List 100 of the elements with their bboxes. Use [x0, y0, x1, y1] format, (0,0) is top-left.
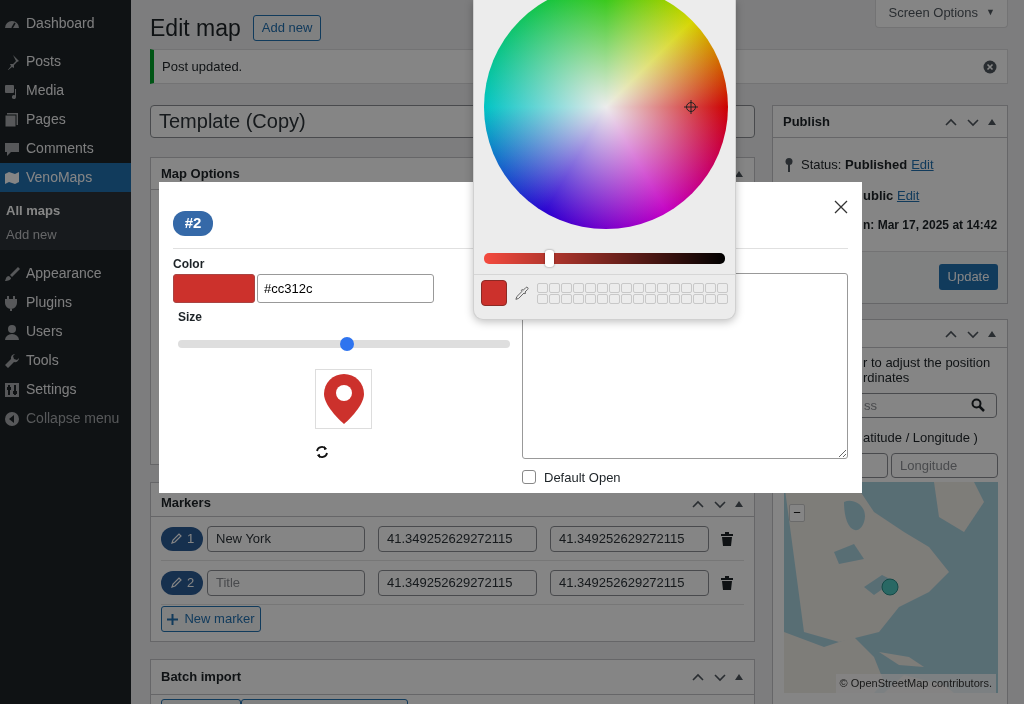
swatch-slot[interactable] [549, 293, 560, 304]
add-new-button[interactable]: Add new [252, 15, 322, 41]
submenu-item[interactable]: All maps [0, 198, 131, 222]
swatch-slot[interactable] [633, 282, 644, 293]
swatch-slot[interactable] [537, 282, 548, 293]
sidebar-item[interactable]: Posts [0, 47, 131, 76]
published-on-text: n: Mar 17, 2025 at 14:42 [863, 218, 998, 232]
swatch-slot[interactable] [573, 293, 584, 304]
sidebar-item[interactable]: Comments [0, 134, 131, 163]
swatch-slot[interactable] [609, 282, 620, 293]
swatch-slot[interactable] [537, 293, 548, 304]
coordinates-label: atitude / Longitude ) [862, 429, 979, 447]
marker-name-field[interactable]: New York [207, 525, 365, 552]
panel-title: Batch import [161, 668, 242, 687]
pin-icon [785, 157, 793, 172]
user-icon [4, 323, 20, 340]
collapse-icon [4, 410, 20, 427]
checkbox[interactable] [522, 470, 536, 485]
swatch-slot[interactable] [705, 293, 716, 304]
swatch-slot[interactable] [597, 293, 608, 304]
sidebar-item[interactable]: VenoMaps [0, 163, 131, 192]
swatch-slot[interactable] [693, 293, 704, 304]
trash-icon [721, 576, 733, 591]
swatch-slot[interactable] [645, 282, 656, 293]
collapse-menu-button[interactable]: Collapse menu [0, 404, 131, 433]
sidebar-item[interactable]: Users [0, 317, 131, 346]
sidebar-item[interactable]: Tools [0, 346, 131, 375]
trash-icon [721, 532, 733, 547]
brightness-thumb[interactable] [545, 250, 555, 267]
plug-icon [4, 294, 20, 311]
page-title: Edit map [150, 15, 241, 41]
swatch-slot[interactable] [597, 282, 608, 293]
wrench-icon [4, 352, 20, 369]
color-crosshair[interactable] [684, 100, 698, 114]
swatch-slot[interactable] [549, 282, 560, 293]
swatch-slot[interactable] [657, 293, 668, 304]
map-attribution: © OpenStreetMap contributors. [835, 674, 996, 693]
latitude-field[interactable]: 41.349252629272115 [378, 525, 537, 552]
panel-title: Publish [783, 112, 830, 131]
edit-marker-button[interactable]: 2 [161, 570, 203, 595]
color-hex-field[interactable]: #cc312c [257, 274, 434, 303]
submenu-item[interactable]: Add new [0, 222, 131, 246]
update-button[interactable]: Update [939, 264, 998, 290]
swatch-slot[interactable] [681, 282, 692, 293]
swatch-slot[interactable] [645, 293, 656, 304]
speech-bubble-icon [4, 140, 20, 157]
swatch-slot[interactable] [705, 282, 716, 293]
sidebar-item[interactable]: Appearance [0, 259, 131, 288]
swatch-slot[interactable] [609, 293, 620, 304]
size-label: Size [178, 309, 203, 326]
swatch-slot[interactable] [573, 282, 584, 293]
sidebar-item[interactable]: Media [0, 76, 131, 105]
size-slider-thumb[interactable] [340, 337, 355, 351]
eyedropper-icon [514, 285, 529, 301]
swatch-slot[interactable] [633, 293, 644, 304]
panel-title: Markers [161, 493, 211, 512]
edit-link[interactable]: Edit [911, 155, 934, 175]
sidebar-item[interactable]: Settings [0, 375, 131, 404]
swatch-slot[interactable] [585, 282, 596, 293]
visibility-text: ublic [863, 187, 894, 203]
pencil-icon [169, 576, 182, 589]
swatch-slot[interactable] [561, 282, 572, 293]
marker-number-badge: #2 [173, 211, 213, 236]
swatch-slot[interactable] [561, 293, 572, 304]
edit-marker-button[interactable]: 1 [161, 526, 203, 551]
swatch-slot[interactable] [621, 293, 632, 304]
sidebar-item[interactable]: Pages [0, 105, 131, 134]
edit-link[interactable]: Edit [896, 187, 920, 203]
toggle-triangle-icon [734, 672, 744, 682]
map-pin-icon [322, 373, 365, 425]
refresh-icon [315, 444, 329, 459]
sidebar-item[interactable]: Plugins [0, 288, 131, 317]
swatch-slot[interactable] [657, 282, 668, 293]
longitude-field[interactable]: 41.349252629272115 [550, 525, 709, 552]
current-color-swatch [481, 280, 507, 306]
brightness-slider[interactable] [484, 253, 725, 264]
marker-name-field[interactable]: Title [207, 569, 365, 596]
swatch-slot[interactable] [717, 282, 728, 293]
swatch-slot[interactable] [621, 282, 632, 293]
new-marker-button[interactable]: New marker [161, 606, 261, 632]
brush-icon [4, 265, 20, 282]
longitude-field[interactable]: Longitude [891, 452, 998, 478]
color-label: Color [173, 256, 206, 273]
swatch-slot[interactable] [693, 282, 704, 293]
swatch-slot[interactable] [669, 293, 680, 304]
sidebar-item[interactable]: Dashboard [0, 9, 131, 38]
help-text: r to adjust the position [862, 355, 992, 370]
swatch-slot[interactable] [681, 293, 692, 304]
map-icon [4, 169, 20, 186]
longitude-field[interactable]: 41.349252629272115 [550, 569, 709, 596]
pencil-icon [169, 532, 182, 545]
search-icon [971, 398, 985, 412]
swatch-slot[interactable] [717, 293, 728, 304]
screen-options-tab[interactable]: Screen Options ▼ [875, 0, 1008, 28]
swatch-slot[interactable] [669, 282, 680, 293]
help-text: rdinates [862, 370, 911, 385]
plus-icon [167, 613, 179, 625]
color-swatch[interactable] [173, 274, 255, 303]
swatch-slot[interactable] [585, 293, 596, 304]
latitude-field[interactable]: 41.349252629272115 [378, 569, 537, 596]
